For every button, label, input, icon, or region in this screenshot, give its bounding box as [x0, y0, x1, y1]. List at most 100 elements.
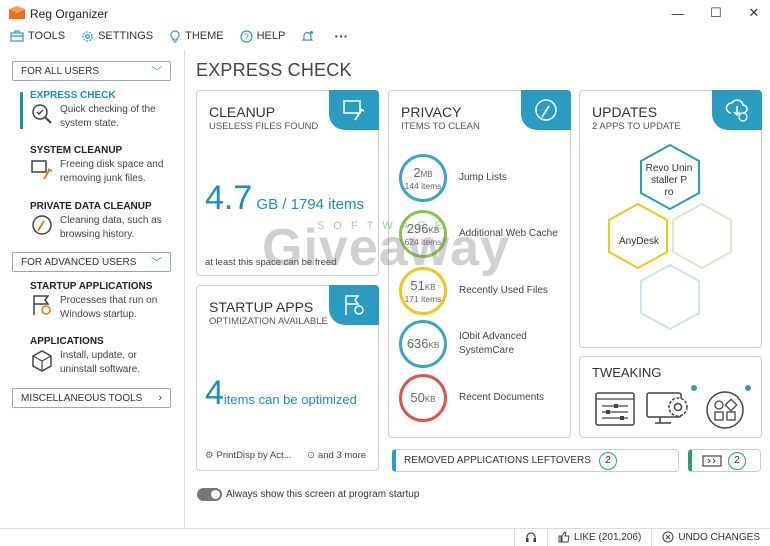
for-all-users-label: FOR ALL USERS: [21, 65, 99, 77]
magnifier-check-icon: [32, 104, 52, 124]
settings-window-icon[interactable]: [594, 389, 638, 429]
privacy-row[interactable]: 636KB IObit Advanced SystemCare: [399, 319, 569, 369]
tweaking-title: TWEAKING: [592, 365, 662, 380]
menu-tools-label: TOOLS: [28, 30, 66, 42]
toggle-switch[interactable]: [197, 488, 222, 501]
nav-apps-title: APPLICATIONS: [30, 336, 104, 347]
startup-apps-card[interactable]: STARTUP APPS OPTIMIZATION AVAILABLE 4ite…: [196, 285, 379, 471]
for-advanced-users-button[interactable]: FOR ADVANCED USERS ﹀: [12, 252, 171, 272]
flag-gear-icon: [345, 295, 364, 315]
watermark: Giveaway: [262, 219, 510, 277]
nav-express-title: EXPRESS CHECK: [30, 90, 116, 101]
privacy-ring-value: 50KB: [410, 391, 435, 406]
miscellaneous-tools-button[interactable]: MISCELLANEOUS TOOLS ›: [12, 388, 171, 408]
privacy-label-line: Recently Used Files: [459, 285, 548, 296]
for-advanced-users-label: FOR ADVANCED USERS: [21, 256, 137, 268]
support-button[interactable]: [514, 528, 547, 546]
menu-tools[interactable]: TOOLS: [10, 30, 65, 42]
privacy-ring-value: 2MB: [413, 166, 432, 181]
close-button[interactable]: ✕: [731, 0, 770, 26]
privacy-value: 636: [406, 335, 429, 351]
help-icon: ?: [240, 29, 253, 43]
sidebar-item-private-data-cleanup[interactable]: PRIVATE DATA CLEANUP Cleaning data, such…: [18, 201, 178, 241]
nav-private-desc-1: Cleaning data, such as: [60, 215, 162, 226]
startup-unit: items can be optimized: [223, 392, 357, 407]
cleanup-value: 4.7: [205, 179, 253, 217]
privacy-unit: MB: [420, 169, 433, 179]
privacy-broom-icon: [535, 99, 557, 121]
nav-system-desc-2: removing junk files.: [60, 173, 146, 184]
startup-screen-toggle[interactable]: Always show this screen at program start…: [197, 488, 419, 501]
startup-flag-icon: [33, 295, 51, 315]
removed-leftovers-bar[interactable]: REMOVED APPLICATIONS LEFTOVERS 2: [392, 449, 679, 472]
startup-more-label: and 3 more: [317, 450, 367, 461]
privacy-corner: [521, 90, 571, 130]
menu-help-label: HELP: [256, 30, 286, 42]
updates-card[interactable]: UPDATES 2 APPS TO UPDATE Revo Unin stall…: [579, 90, 762, 348]
startup-subtitle: OPTIMIZATION AVAILABLE: [209, 316, 328, 327]
chevron-down-icon: ﹀: [151, 66, 162, 78]
nav-private-desc-2: browsing history.: [60, 229, 135, 240]
privacy-ring: 636KB: [399, 320, 447, 368]
hex-revo-label-3: ro: [664, 187, 674, 198]
menu-help[interactable]: ? HELP: [240, 29, 286, 43]
like-button[interactable]: LIKE (201,206): [547, 528, 651, 546]
leftovers-count: 2: [598, 451, 617, 470]
chevron-right-icon: ›: [158, 392, 162, 404]
like-label: LIKE (201,206): [574, 531, 642, 543]
notifications-button[interactable]: [301, 30, 318, 43]
lightbulb-icon: [170, 29, 180, 43]
startup-item-1[interactable]: ⚙ PrintDisp by Act...: [205, 450, 292, 461]
startup-more[interactable]: ⊙ and 3 more: [307, 450, 366, 461]
broom-computer-icon: [31, 160, 53, 180]
startup-value: 4: [205, 374, 224, 412]
privacy-value: 50: [410, 389, 425, 405]
updates-title: UPDATES: [592, 104, 658, 120]
undo-label: UNDO CHANGES: [678, 531, 760, 543]
sidebar-item-system-cleanup[interactable]: SYSTEM CLEANUP Freeing disk space and rem…: [18, 145, 178, 185]
hex-empty-1: [672, 202, 732, 270]
menu-settings-label: SETTINGS: [98, 30, 154, 42]
download-cloud-icon: [725, 99, 748, 122]
gear-small-icon: ⚙: [205, 450, 214, 461]
package-icon: [32, 350, 52, 372]
cleanup-unit: GB / 1794 items: [252, 196, 364, 213]
cleanup-corner: [329, 90, 379, 130]
privacy-title: PRIVACY: [401, 104, 462, 120]
nav-system-desc-1: Freeing disk space and: [60, 159, 164, 170]
menu-bar: TOOLS SETTINGS THEME ? HELP ···: [0, 26, 770, 46]
apps-grid-icon[interactable]: [704, 389, 748, 431]
nav-startup-title: STARTUP APPLICATIONS: [30, 281, 153, 292]
monitor-gear-icon[interactable]: [645, 389, 693, 431]
privacy-label-line: Jump Lists: [459, 172, 507, 183]
privacy-label-line: IObit Advanced: [459, 331, 527, 342]
thumbs-up-icon: [558, 531, 570, 543]
privacy-row[interactable]: 50KB Recent Documents: [399, 373, 569, 423]
tweaking-card[interactable]: TWEAKING: [579, 356, 762, 438]
leftovers-label: REMOVED APPLICATIONS LEFTOVERS: [404, 455, 591, 466]
privacy-row[interactable]: 2MB 144 items Jump Lists: [399, 153, 569, 203]
toggle-label: Always show this screen at program start…: [226, 489, 420, 500]
more-menu-button[interactable]: ···: [334, 28, 348, 44]
sidebar-item-applications[interactable]: APPLICATIONS Install, update, or uninstal…: [18, 336, 178, 376]
menu-settings[interactable]: SETTINGS: [81, 30, 153, 43]
for-all-users-button[interactable]: FOR ALL USERS ﹀: [12, 61, 171, 81]
nav-system-title: SYSTEM CLEANUP: [30, 145, 123, 156]
broom-screen-icon: [343, 100, 365, 121]
toolbox-icon: [10, 30, 24, 42]
undo-icon: [662, 531, 674, 543]
menu-theme[interactable]: THEME: [169, 29, 224, 43]
reg-organizer-logo-icon: [9, 6, 25, 19]
leftovers-secondary-button[interactable]: 2: [688, 449, 761, 472]
undo-changes-button[interactable]: UNDO CHANGES: [651, 528, 770, 546]
leftovers-count-2: 2: [728, 451, 746, 470]
sidebar-item-startup-applications[interactable]: STARTUP APPLICATIONS Processes that run …: [18, 281, 178, 321]
privacy-ring: 2MB 144 items: [399, 154, 447, 202]
status-bar: LIKE (201,206) UNDO CHANGES: [0, 528, 770, 546]
privacy-ring-value: 51KB: [410, 279, 435, 294]
bell-icon: [301, 30, 314, 41]
privacy-items-count: 171 items: [404, 293, 442, 304]
nav-express-desc-2: system state.: [60, 118, 119, 129]
sidebar-item-express-check[interactable]: EXPRESS CHECK Quick checking of the syste…: [18, 90, 178, 130]
hex-empty-2: [640, 263, 700, 331]
